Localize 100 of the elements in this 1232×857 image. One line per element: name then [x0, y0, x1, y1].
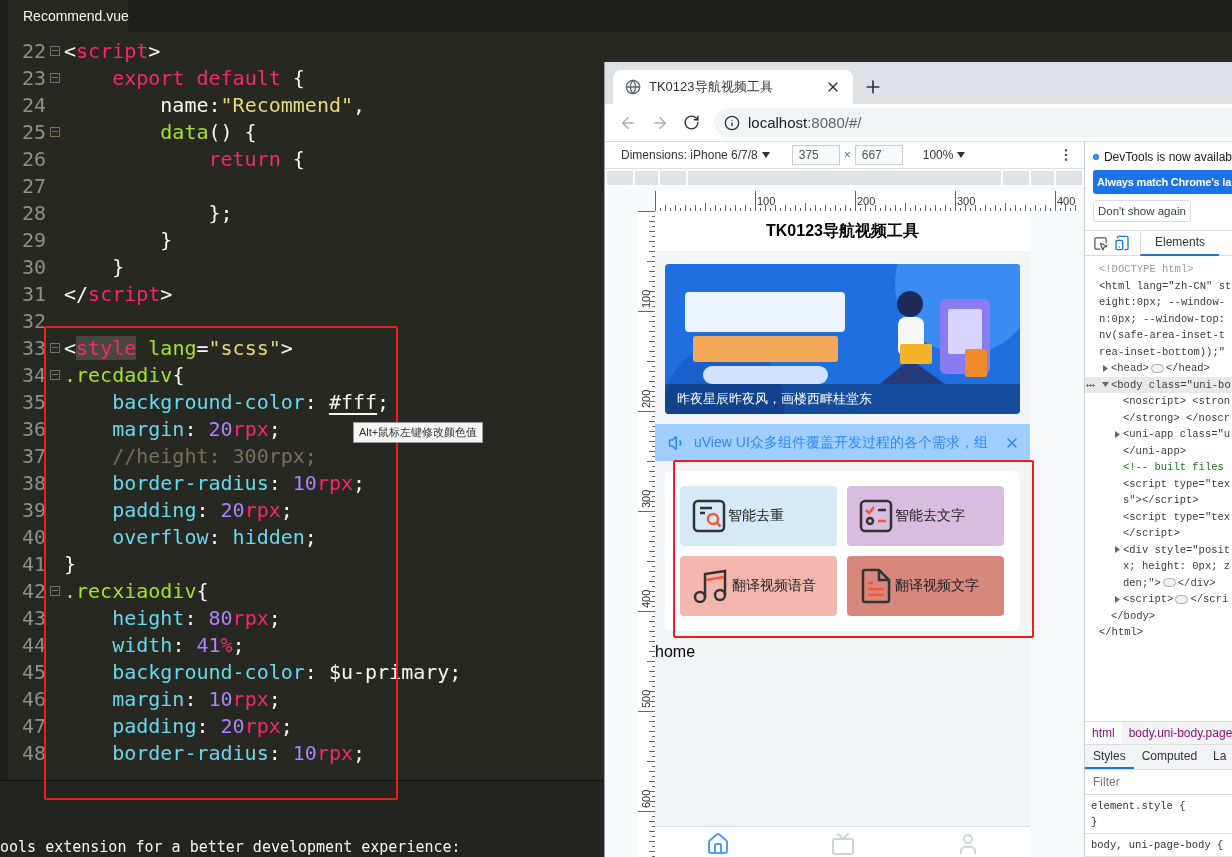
code-line: padding: 20rpx; — [111, 713, 293, 738]
code-line: width: 41%; — [111, 632, 245, 657]
expand-arrow-icon[interactable] — [1102, 381, 1109, 389]
tree-item[interactable]: <!-- built files — [1085, 459, 1232, 476]
expand-arrow-icon[interactable] — [1102, 364, 1109, 372]
feature-tile[interactable]: 翻译视频语音 — [680, 556, 837, 616]
tree-item[interactable]: <script type="tex — [1085, 475, 1232, 492]
ellipsis-icon[interactable] — [1162, 578, 1176, 588]
code-line: overflow: hidden; — [111, 524, 317, 549]
line-number: 28 — [20, 200, 46, 225]
line-number: 27 — [20, 173, 46, 198]
device-icon[interactable] — [1114, 235, 1130, 251]
tree-item[interactable]: <uni-app class="u — [1085, 426, 1232, 443]
ellipsis-icon[interactable] — [1175, 594, 1189, 604]
code-line: .recdadiv{ — [64, 362, 185, 387]
code-line: border-radius: 10rpx; — [111, 740, 366, 765]
expand-arrow-icon[interactable] — [1114, 546, 1121, 554]
fold-icon[interactable] — [50, 342, 60, 353]
caret-icon — [761, 152, 770, 158]
tree-item[interactable]: <div style="posit — [1085, 541, 1232, 558]
height-field[interactable]: 667 — [854, 145, 903, 165]
styles-tab[interactable]: Computed — [1133, 745, 1206, 769]
notice-text: DevTools is now availab — [1103, 150, 1232, 164]
tree-item[interactable]: <script type="tex — [1085, 508, 1232, 525]
code-line: }; — [207, 200, 233, 225]
dom-text: n:0px; --window-top: — [1098, 311, 1227, 327]
tree-item[interactable]: <script> </scri — [1085, 591, 1232, 608]
styles-tab[interactable]: La — [1205, 745, 1232, 769]
line-number: 23 — [20, 65, 46, 90]
code-line: .recxiaodiv{ — [64, 578, 209, 603]
more-icon[interactable] — [1086, 383, 1095, 387]
line-number: 32 — [20, 308, 46, 333]
device-select[interactable]: Dimensions: iPhone 6/7/8 — [621, 148, 758, 162]
fold-icon[interactable] — [50, 126, 60, 137]
style-rule: element.style { } — [1085, 795, 1232, 834]
line-number: 35 — [20, 389, 46, 414]
dom-text: eight:0px; --window- — [1098, 295, 1227, 311]
fold-icon[interactable] — [50, 585, 60, 596]
globe-icon — [625, 79, 641, 95]
line-number: 36 — [20, 416, 46, 441]
feature-tile[interactable]: 智能去文字 — [847, 486, 1004, 546]
tree-item[interactable]: <html lang="zh-CN" st — [1085, 277, 1232, 294]
info-icon — [724, 114, 740, 131]
feature-tile[interactable]: 智能去重 — [680, 486, 837, 546]
browser-tab[interactable]: TK0123导航视频工具 — [613, 70, 853, 104]
expand-arrow-icon[interactable] — [1114, 595, 1121, 603]
fold-icon[interactable] — [50, 369, 60, 380]
home-icon[interactable] — [705, 832, 730, 856]
code-line: <script> — [64, 38, 161, 63]
fold-icon[interactable] — [50, 72, 60, 83]
expand-arrow-icon[interactable] — [1114, 430, 1121, 438]
match-language-button[interactable]: Always match Chrome's la — [1093, 170, 1232, 194]
line-number: 41 — [20, 551, 46, 576]
feature-tile[interactable]: 翻译视频文字 — [847, 556, 1004, 616]
code-line: height: 80rpx; — [111, 605, 281, 630]
line-number: 46 — [20, 686, 46, 711]
code-line: margin: 10rpx; — [111, 686, 281, 711]
code-line: data() { — [159, 119, 257, 144]
code-line: margin: 20rpx; — [111, 416, 281, 441]
line-number: 48 — [20, 740, 46, 765]
zoom-select[interactable]: 100% — [922, 148, 954, 162]
times-sign: × — [843, 148, 851, 162]
line-number: 42 — [20, 578, 46, 603]
line-number: 26 — [20, 146, 46, 171]
file-tab[interactable]: Recommend.vue — [8, 0, 128, 32]
fold-icon[interactable] — [50, 45, 60, 56]
breadcrumb[interactable]: body.uni-body.page — [1121, 722, 1232, 744]
reload-icon[interactable] — [683, 114, 700, 131]
code-line: border-radius: 10rpx; — [111, 470, 366, 495]
code-line: padding: 20rpx; — [111, 497, 293, 522]
breadcrumb[interactable]: html — [1085, 722, 1122, 744]
style-rule: body, uni-page-body { — [1085, 834, 1232, 857]
code-line: } — [111, 254, 125, 279]
line-number: 40 — [20, 524, 46, 549]
width-field[interactable]: 375 — [791, 145, 840, 165]
tree-item[interactable]: <body class="uni-bo — [1085, 376, 1232, 393]
line-number: 24 — [20, 92, 46, 117]
dom-text: </script> — [1122, 526, 1181, 542]
dom-text: </body> — [1110, 608, 1157, 624]
page-title: TK0123导航视频工具 — [766, 220, 919, 241]
dom-text: </strong> </noscr — [1122, 410, 1232, 426]
dismiss-button[interactable]: Don't show again — [1093, 200, 1191, 222]
ruler: 100 200 300 400 — [655, 191, 1080, 211]
notice-bar: uView UI众多组件覆盖开发过程的各个需求，组 — [655, 424, 1030, 461]
panel-tab[interactable]: Elements — [1140, 230, 1220, 256]
line-number: 30 — [20, 254, 46, 279]
filter-field[interactable]: Filter — [1085, 769, 1232, 795]
ellipsis-icon[interactable] — [1150, 363, 1164, 373]
line-number: 47 — [20, 713, 46, 738]
line-number: 44 — [20, 632, 46, 657]
inspect-icon[interactable] — [1093, 235, 1108, 251]
tree-item[interactable]: <noscript> <stron — [1085, 393, 1232, 410]
dom-text: </uni-app> — [1122, 443, 1187, 459]
address-bar[interactable]: localhost:8080/#/ — [714, 108, 1232, 137]
code-line: } — [64, 551, 77, 576]
line-number: 45 — [20, 659, 46, 684]
code-line: name:"Recommend", — [159, 92, 366, 117]
banner-caption: 昨夜星辰昨夜风，画楼西畔桂堂东 — [665, 384, 1020, 414]
tree-item[interactable]: <head> </head> — [1085, 360, 1232, 377]
line-number: 31 — [20, 281, 46, 306]
